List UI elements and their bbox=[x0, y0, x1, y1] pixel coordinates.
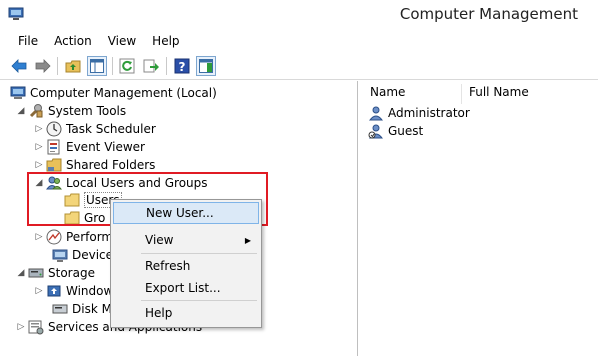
menu-action[interactable]: Action bbox=[46, 34, 100, 48]
expand-arrow-icon[interactable]: ▷ bbox=[34, 124, 44, 134]
column-divider[interactable] bbox=[461, 84, 462, 104]
context-menu-separator bbox=[141, 253, 257, 254]
action-pane-icon bbox=[199, 59, 213, 73]
menu-file[interactable]: File bbox=[10, 34, 46, 48]
user-icon bbox=[368, 106, 384, 121]
tree-item-windows-backup[interactable]: ▷ Window bbox=[34, 282, 114, 300]
show-hide-tree-icon bbox=[90, 59, 104, 73]
event-log-icon bbox=[47, 139, 60, 155]
services-icon bbox=[28, 320, 44, 335]
tree-label: Device bbox=[72, 248, 114, 262]
users-groups-icon bbox=[46, 176, 62, 190]
context-menu: New User... View ▶ Refresh Export List..… bbox=[110, 199, 262, 328]
context-menu-view[interactable]: View ▶ bbox=[113, 229, 259, 251]
svg-text:?: ? bbox=[179, 60, 186, 74]
expand-arrow-icon[interactable]: ▷ bbox=[16, 322, 26, 332]
tree-label: Shared Folders bbox=[66, 158, 156, 172]
up-one-level-button[interactable] bbox=[63, 56, 83, 76]
storage-icon bbox=[28, 268, 44, 278]
performance-icon bbox=[46, 229, 62, 245]
column-header-full-name[interactable]: Full Name bbox=[469, 85, 529, 103]
toolbar-separator bbox=[112, 57, 113, 75]
tree-item-task-scheduler[interactable]: ▷ Task Scheduler bbox=[34, 120, 156, 138]
collapse-arrow-icon[interactable]: ◢ bbox=[34, 178, 44, 188]
expand-arrow-icon[interactable]: ▷ bbox=[34, 286, 44, 296]
help-icon: ? bbox=[174, 58, 190, 74]
tree-label: Window bbox=[66, 284, 114, 298]
tree-item-shared-folders[interactable]: ▷ Shared Folders bbox=[34, 156, 156, 174]
tree-label: Task Scheduler bbox=[66, 122, 156, 136]
list-item[interactable]: Administrator bbox=[368, 104, 470, 122]
column-header-name[interactable]: Name bbox=[370, 85, 405, 103]
context-menu-separator bbox=[141, 300, 257, 301]
back-icon bbox=[11, 59, 27, 73]
refresh-button[interactable] bbox=[117, 56, 137, 76]
disabled-user-icon bbox=[368, 124, 384, 139]
toolbar-separator bbox=[166, 57, 167, 75]
user-name: Guest bbox=[388, 124, 424, 138]
tree-item-local-users-groups[interactable]: ◢ Local Users and Groups bbox=[34, 174, 208, 192]
submenu-arrow-icon: ▶ bbox=[244, 235, 251, 245]
tree-label: Gro bbox=[84, 211, 106, 225]
tree-label: Storage bbox=[48, 266, 95, 280]
folder-icon bbox=[64, 211, 80, 225]
list-item[interactable]: Guest bbox=[368, 122, 423, 140]
forward-icon bbox=[35, 59, 51, 73]
tree-label: System Tools bbox=[48, 104, 127, 118]
collapse-arrow-icon[interactable]: ◢ bbox=[16, 106, 26, 116]
tree-label: Perform bbox=[66, 230, 114, 244]
clock-icon bbox=[46, 121, 62, 137]
export-list-button[interactable] bbox=[141, 56, 161, 76]
expand-arrow-icon[interactable]: ▷ bbox=[34, 160, 44, 170]
tree-item-groups[interactable]: Gro bbox=[62, 209, 105, 227]
show-hide-console-tree-button[interactable] bbox=[87, 56, 107, 76]
collapse-arrow-icon[interactable]: ◢ bbox=[16, 268, 26, 278]
tree-item-event-viewer[interactable]: ▷ Event Viewer bbox=[34, 138, 145, 156]
context-menu-view-label: View bbox=[145, 233, 174, 247]
computer-management-icon bbox=[10, 86, 26, 99]
tree-item-system-tools[interactable]: ◢ System Tools bbox=[16, 102, 126, 120]
toolbar-separator bbox=[57, 57, 58, 75]
tree-label: Computer Management (Local) bbox=[30, 86, 217, 100]
backup-icon bbox=[47, 285, 61, 297]
context-menu-export-list[interactable]: Export List... bbox=[113, 277, 259, 299]
disk-icon bbox=[52, 304, 68, 314]
refresh-icon bbox=[119, 58, 135, 74]
up-folder-icon bbox=[65, 60, 81, 73]
back-button[interactable] bbox=[9, 56, 29, 76]
tree-label: Local Users and Groups bbox=[66, 176, 208, 190]
window-title: Computer Management bbox=[399, 5, 578, 23]
help-button[interactable]: ? bbox=[172, 56, 192, 76]
tree-item-device-manager[interactable]: Device bbox=[50, 246, 113, 264]
tree-label: Event Viewer bbox=[66, 140, 145, 154]
menu-view[interactable]: View bbox=[100, 34, 144, 48]
menu-bar: File Action View Help bbox=[0, 30, 598, 52]
folder-icon bbox=[64, 193, 80, 207]
title-bar: Computer Management bbox=[0, 0, 598, 30]
show-hide-action-pane-button[interactable] bbox=[196, 56, 216, 76]
context-menu-refresh[interactable]: Refresh bbox=[113, 255, 259, 277]
expand-arrow-icon[interactable]: ▷ bbox=[34, 142, 44, 152]
toolbar: ? bbox=[0, 52, 598, 80]
context-menu-help[interactable]: Help bbox=[113, 302, 259, 324]
shared-folder-icon bbox=[46, 158, 62, 172]
device-manager-icon bbox=[52, 249, 68, 262]
tree-item-computer-management[interactable]: Computer Management (Local) bbox=[8, 84, 217, 102]
user-name: Administrator bbox=[388, 106, 470, 120]
expand-arrow-icon[interactable]: ▷ bbox=[34, 232, 44, 242]
tree-item-disk-management[interactable]: Disk Ma bbox=[50, 300, 119, 318]
context-menu-new-user[interactable]: New User... bbox=[113, 202, 259, 224]
forward-button[interactable] bbox=[33, 56, 53, 76]
export-list-icon bbox=[143, 59, 159, 73]
tree-item-performance[interactable]: ▷ Perform bbox=[34, 228, 113, 246]
tree-item-storage[interactable]: ◢ Storage bbox=[16, 264, 95, 282]
menu-help[interactable]: Help bbox=[144, 34, 187, 48]
tools-icon bbox=[29, 104, 43, 118]
